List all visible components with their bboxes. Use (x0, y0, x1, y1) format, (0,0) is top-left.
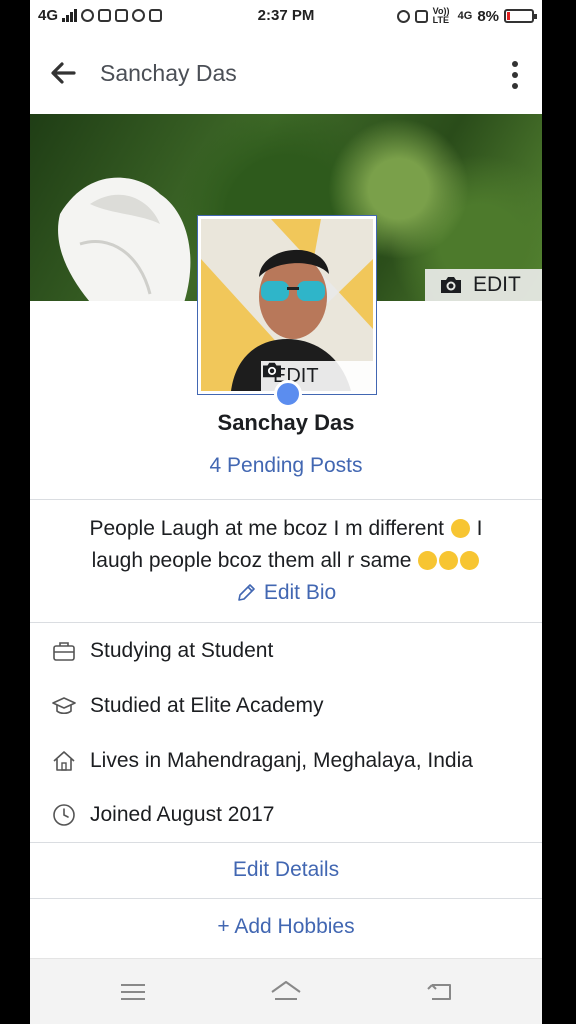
menu-icon[interactable] (116, 979, 150, 1005)
divider (30, 842, 542, 843)
phone-screen: 4G 2:37 PM Vo)) LTE 4G 8% Sanchay Das ED… (30, 0, 542, 1024)
more-vertical-icon[interactable] (510, 60, 520, 90)
status-bar: 4G 2:37 PM Vo)) LTE 4G 8% (30, 0, 542, 32)
clock-icon (53, 804, 75, 826)
smirk-emoji-icon (418, 551, 438, 570)
battery-icon (504, 9, 537, 23)
divider (30, 622, 542, 623)
sunglasses-emoji-icon (460, 551, 480, 570)
home-icon (53, 751, 75, 771)
detail-studied: Studied at Elite Academy (52, 690, 532, 722)
briefcase-icon (53, 642, 75, 661)
edit-details-button[interactable]: Edit Details (30, 858, 542, 882)
edit-bio-button[interactable]: Edit Bio (30, 581, 542, 605)
cover-edit-button[interactable]: EDIT (425, 269, 542, 301)
cover-edit-label: EDIT (473, 273, 521, 296)
bio-line-1: People Laugh at me bcoz I m different I (50, 513, 522, 545)
mute-icon (414, 9, 428, 23)
pending-posts-link[interactable]: 4 Pending Posts (30, 454, 542, 478)
detail-joined: Joined August 2017 (52, 799, 532, 831)
divider (30, 898, 542, 899)
battery-percent: 8% (477, 7, 499, 25)
cover-flower-image (58, 177, 191, 301)
profile-picture[interactable]: EDIT (198, 216, 376, 394)
bio-line-1-tail: I (476, 517, 483, 540)
divider (30, 499, 542, 500)
detail-lives: Lives in Mahendraganj, Meghalaya, India (52, 745, 532, 777)
bio-line-1-text: People Laugh at me bcoz I m different (89, 517, 444, 540)
location-icon (396, 9, 410, 23)
detail-studying-text: Studying at Student (90, 639, 274, 662)
volte-label: Vo)) LTE (432, 6, 450, 25)
home-nav-icon[interactable] (269, 979, 303, 1005)
graduation-cap-icon (52, 697, 76, 715)
status-right: Vo)) LTE 4G 8% (396, 6, 537, 25)
detail-studying: Studying at Student (52, 635, 532, 667)
add-hobbies-button[interactable]: + Add Hobbies (30, 915, 542, 939)
header-title: Sanchay Das (100, 60, 237, 86)
pencil-icon (238, 584, 255, 601)
back-nav-icon[interactable] (424, 979, 458, 1005)
profile-guard-icon (274, 380, 302, 408)
bio-line-2: laugh people bcoz them all r same (50, 545, 522, 577)
bio-text: People Laugh at me bcoz I m different I … (50, 513, 522, 577)
profile-name: Sanchay Das (217, 410, 355, 435)
tired-face-emoji-icon (450, 519, 470, 538)
detail-joined-text: Joined August 2017 (90, 803, 275, 826)
system-nav-bar (30, 958, 542, 1024)
network2-label: 4G (457, 10, 473, 22)
detail-studied-text: Studied at Elite Academy (90, 694, 324, 717)
smirk-emoji-icon (439, 551, 459, 570)
edit-bio-label: Edit Bio (263, 581, 337, 604)
bio-line-2-text: laugh people bcoz them all r same (91, 549, 412, 572)
camera-icon (441, 277, 461, 293)
camera-icon (263, 362, 281, 378)
app-header: Sanchay Das (30, 32, 542, 114)
detail-lives-text: Lives in Mahendraganj, Meghalaya, India (90, 749, 473, 772)
arrow-left-icon[interactable] (48, 58, 78, 88)
